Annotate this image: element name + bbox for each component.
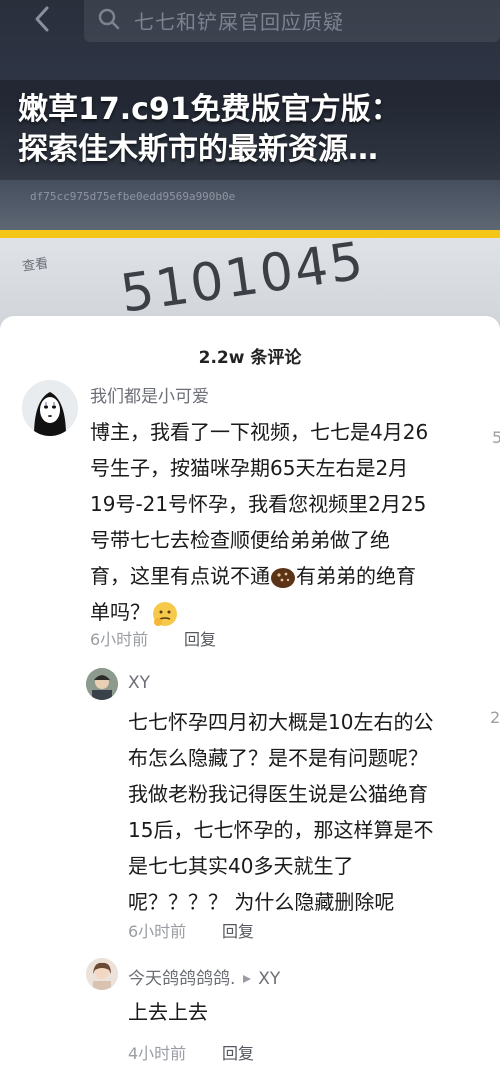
comment-segment: 单吗？ (90, 600, 150, 624)
comment-line: 博主，我看了一下视频，七七是4月26 (90, 420, 429, 444)
comment-count-title: 2.2w 条评论 (198, 348, 302, 368)
accent-stripe (0, 230, 500, 238)
comment-line: 呢？？？？ 为什么隐藏删除呢 (128, 890, 395, 914)
video-headline: 嫩草17.c91免费版官方版： 探索佳木斯市的最新资源… (18, 90, 498, 170)
comment-username-row: 今天鸽鸽鸽鸽. XY (128, 964, 280, 989)
comment-timestamp: 4小时前 (128, 1044, 187, 1063)
avatar[interactable] (22, 380, 78, 436)
comment-segment: 育，这里有点说不通 (90, 564, 270, 588)
comment-line: 单吗？ (90, 594, 428, 630)
comment-line: 我做老粉我记得医生说是公猫绝育 (128, 782, 428, 806)
cookie-emoji-icon (271, 567, 295, 588)
comment-username[interactable]: 我们都是小可爱 (90, 382, 209, 407)
no-face-avatar-icon (22, 380, 78, 436)
like-count[interactable]: 5 (492, 428, 500, 447)
avatar[interactable] (86, 958, 118, 990)
comment-line: 七七怀孕四月初大概是10左右的公 (128, 710, 434, 734)
search-input[interactable]: 七七和铲屎官回应质疑 (134, 6, 344, 35)
comment-body: 博主，我看了一下视频，七七是4月26 号生子，按猫咪孕期65天左右是2月 19号… (90, 414, 428, 630)
comment-timestamp: 6小时前 (128, 922, 187, 941)
search-icon (98, 8, 120, 30)
reply-button[interactable]: 回复 (184, 626, 216, 650)
comment-line: 号带七七去检查顺便给弟弟做了绝 (90, 528, 390, 552)
thinking-emoji-icon (153, 601, 177, 626)
comment-segment: 有弟弟的绝育 (296, 564, 416, 588)
comment-line: 19号-21号怀孕，我看您视频里2月25 (90, 492, 427, 516)
comment-line: 育，这里有点说不通 有弟弟的绝育 (90, 558, 428, 594)
comment-body: 上去上去 (128, 994, 208, 1030)
comment-username[interactable]: 今天鸽鸽鸽鸽. (128, 969, 235, 989)
xy-avatar-icon (86, 668, 118, 700)
avatar[interactable] (86, 668, 118, 700)
background-hash-text: df75cc975d75efbe0edd9569a990b0e (30, 190, 236, 203)
comment-line: 15后，七七怀孕的，那这样算是不 (128, 818, 434, 842)
reply-arrow-icon (242, 975, 251, 983)
reply-button[interactable]: 回复 (222, 1040, 254, 1064)
comment-timestamp: 6小时前 (90, 630, 149, 649)
headline-line-1: 嫩草17.c91免费版官方版： (18, 92, 401, 127)
reply-to-username[interactable]: XY (258, 969, 280, 989)
headline-line-2: 探索佳木斯市的最新资源… (18, 132, 378, 167)
like-count[interactable]: 2 (490, 708, 500, 727)
view-label: 查看 (21, 256, 50, 275)
reply-button[interactable]: 回复 (222, 918, 254, 942)
comment-body: 七七怀孕四月初大概是10左右的公 布怎么隐藏了？是不是有问题呢？ 我做老粉我记得… (128, 704, 433, 920)
comment-line: 是七七其实40多天就生了 (128, 854, 354, 878)
comment-line: 布怎么隐藏了？是不是有问题呢？ (128, 746, 428, 770)
girl-avatar-icon (86, 958, 118, 990)
comment-username[interactable]: XY (128, 673, 150, 693)
comment-line: 号生子，按猫咪孕期65天左右是2月 (90, 456, 409, 480)
back-arrow-icon[interactable] (28, 4, 58, 34)
comment-line: 上去上去 (128, 1000, 208, 1024)
